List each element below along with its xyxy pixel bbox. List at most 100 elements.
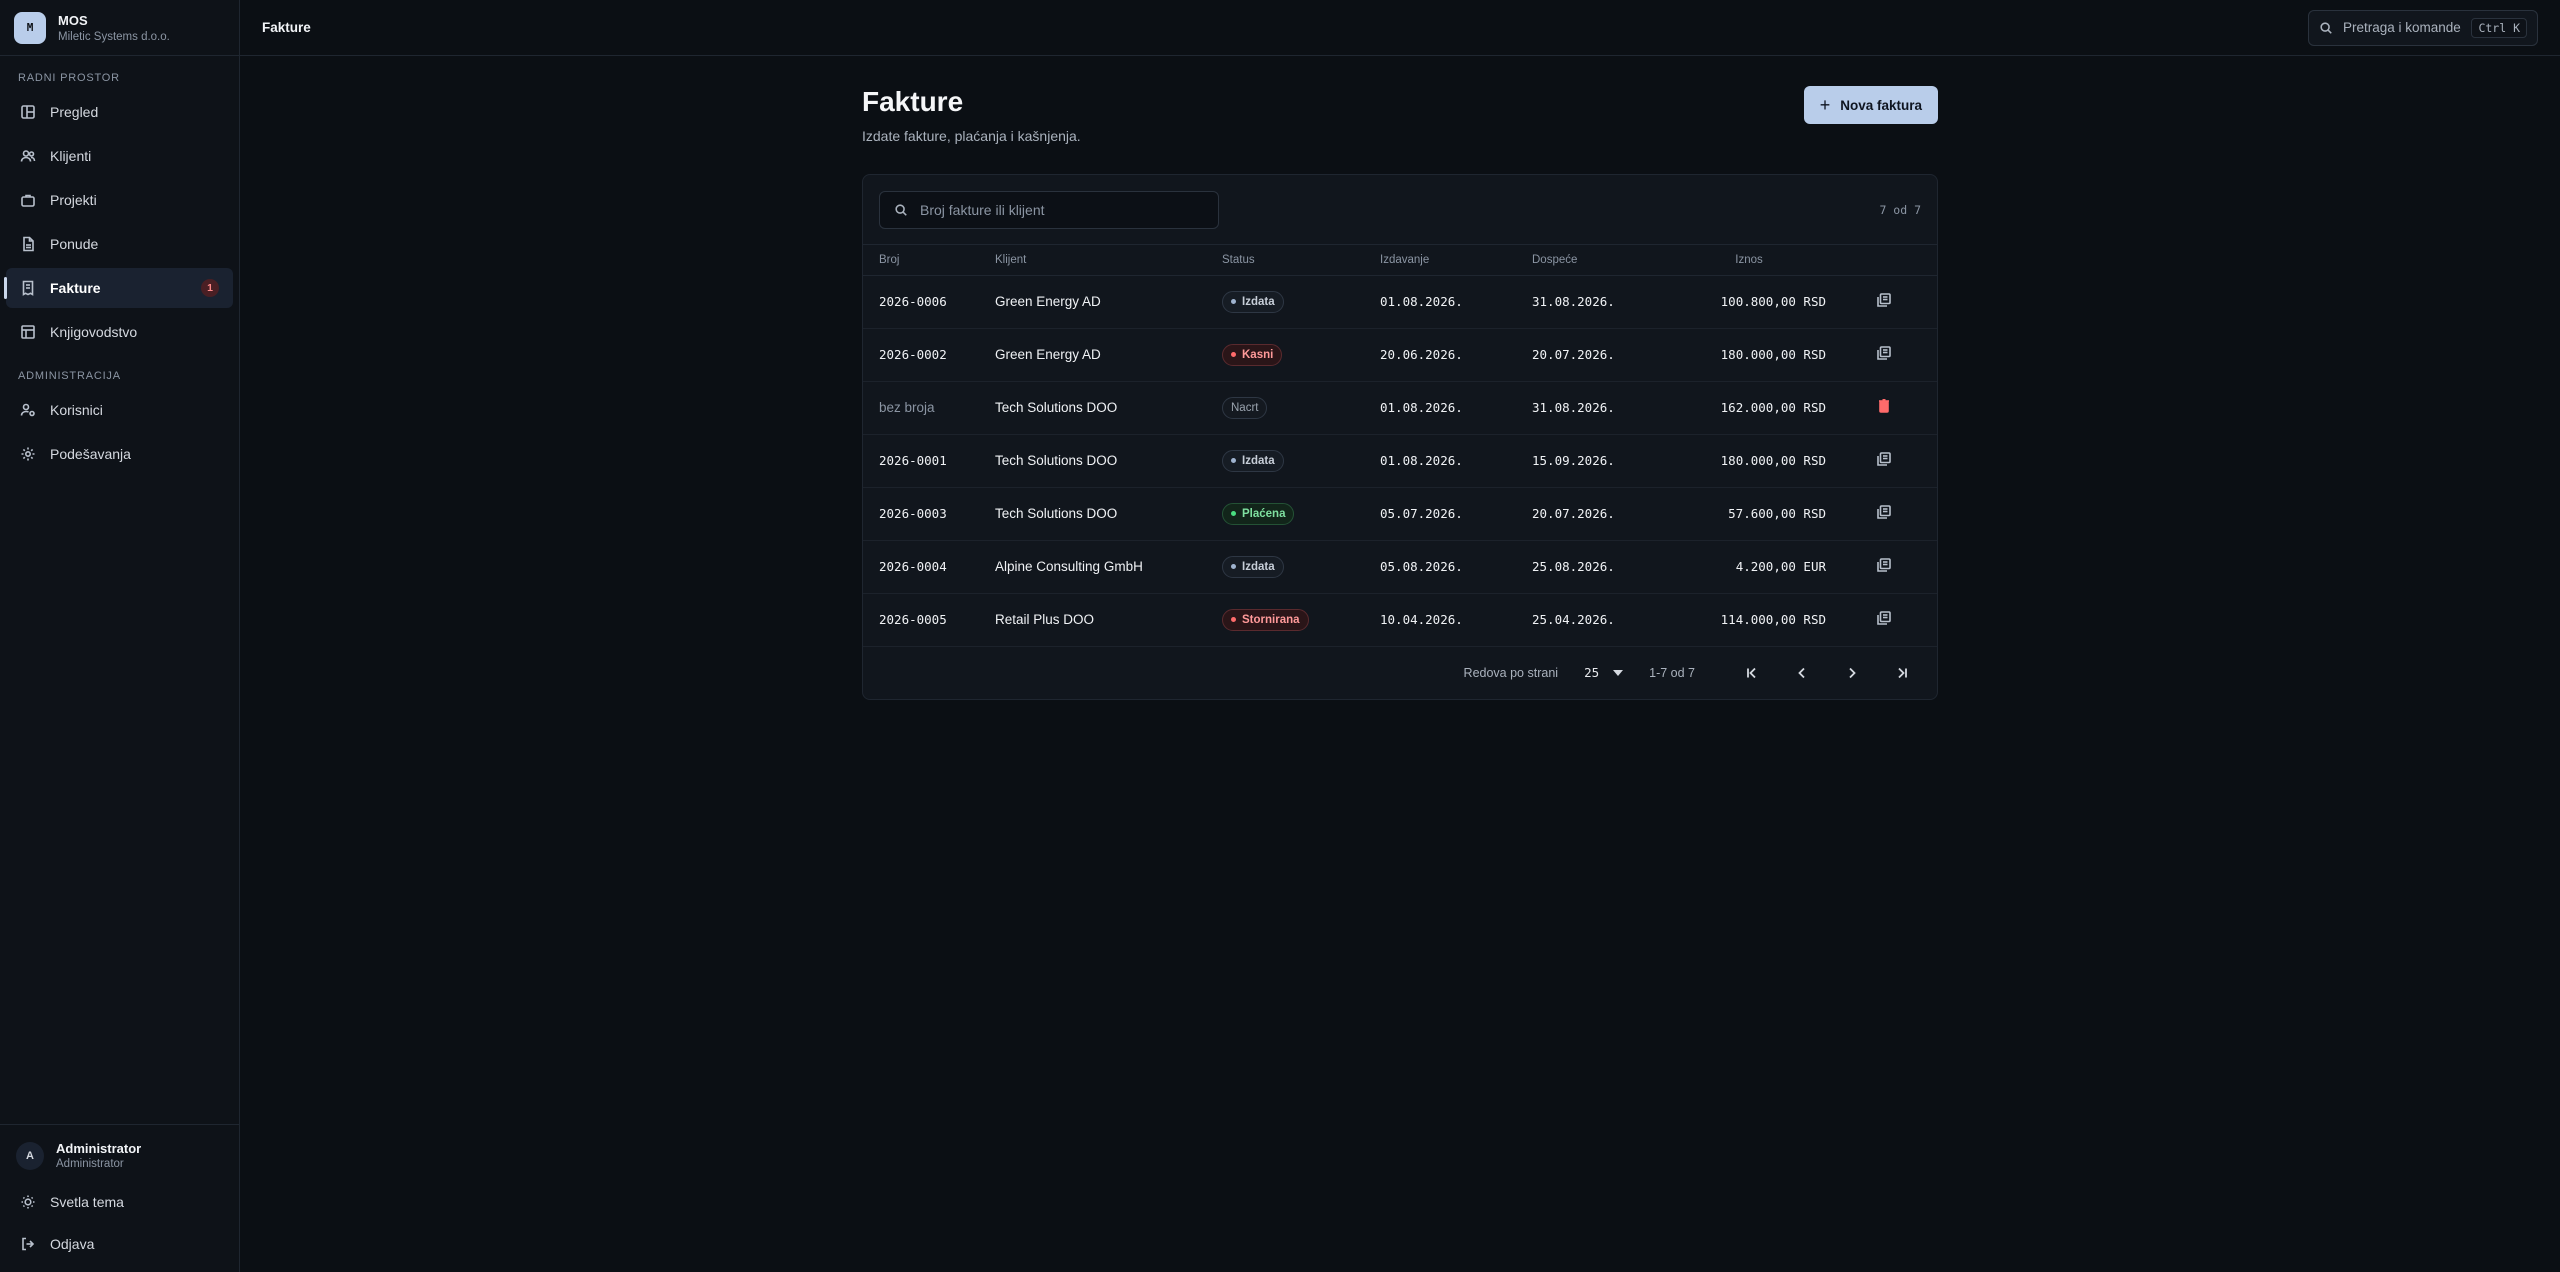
brand[interactable]: M MOS Miletic Systems d.o.o. (0, 0, 239, 56)
invoice-issue-date: 01.08.2026. (1380, 294, 1463, 309)
main-area: Fakture Pretraga i komande Ctrl K Faktur… (240, 0, 2560, 1272)
invoice-amount: 180.000,00 RSD (1720, 347, 1826, 362)
duplicate-button[interactable] (1876, 558, 1892, 576)
sidebar-item-label: Knjigovodstvo (50, 324, 138, 340)
user-profile[interactable]: A Administrator Administrator (0, 1135, 239, 1180)
sidebar-item-ponude[interactable]: Ponude (6, 224, 233, 264)
sidebar-item-fakture[interactable]: Fakture 1 (4, 268, 233, 308)
table-row[interactable]: 2026-0003 Tech Solutions DOO Plaćena 05.07.… (863, 487, 1937, 540)
status-badge: Izdata (1222, 555, 1284, 578)
invoice-amount: 114.000,00 RSD (1720, 612, 1826, 627)
invoice-amount: 180.000,00 RSD (1720, 453, 1826, 468)
table-row[interactable]: 2026-0002 Green Energy AD Kasni 20.06.2026.… (863, 328, 1937, 381)
notification-badge: 1 (201, 279, 219, 297)
table-row[interactable]: 2026-0005 Retail Plus DOO Stornirana 10.04.… (863, 593, 1937, 646)
invoice-number: 2026-0004 (879, 559, 947, 574)
delete-button[interactable] (1876, 398, 1892, 417)
table-header-row: Broj Klijent Status Izdavanje Dospeće Iz… (863, 245, 1937, 276)
section-label-workspace: RADNI PROSTOR (18, 72, 120, 84)
sidebar-item-pregled[interactable]: Pregled (6, 92, 233, 132)
column-header-due[interactable]: Dospeće (1532, 245, 1672, 276)
duplicate-button[interactable] (1876, 452, 1892, 470)
new-invoice-label: Nova faktura (1840, 97, 1922, 113)
trash-icon (1878, 398, 1889, 413)
previous-page-button[interactable] (1785, 658, 1819, 688)
duplicate-button[interactable] (1876, 505, 1892, 523)
status-dot (1231, 617, 1236, 622)
status-dot (1231, 458, 1236, 463)
sidebar-item-klijenti[interactable]: Klijenti (6, 136, 233, 176)
breadcrumb: Fakture (262, 20, 311, 35)
invoice-client: Green Energy AD (995, 347, 1101, 362)
invoice-number: bez broja (879, 400, 935, 415)
copy-icon (1876, 293, 1891, 307)
status-label: Plaćena (1242, 507, 1286, 520)
column-header-amount[interactable]: Iznos (1672, 245, 1830, 276)
duplicate-button[interactable] (1876, 346, 1892, 364)
page-title: Fakture (862, 86, 964, 117)
status-dot (1231, 564, 1236, 569)
new-invoice-button[interactable]: + Nova faktura (1803, 86, 1938, 124)
invoice-due-date: 20.07.2026. (1532, 347, 1615, 362)
column-header-actions (1830, 245, 1937, 276)
rows-per-page-value: 25 (1584, 665, 1600, 680)
table-row[interactable]: 2026-0001 Tech Solutions DOO Izdata 01.08.2… (863, 434, 1937, 487)
user-role: Administrator (56, 1158, 124, 1170)
table-row[interactable]: 2026-0004 Alpine Consulting GmbH Izdata 05.… (863, 540, 1937, 593)
invoice-client: Alpine Consulting GmbH (995, 559, 1143, 574)
invoice-number: 2026-0006 (879, 294, 947, 309)
sidebar-item-podesavanja[interactable]: Podešavanja (6, 434, 233, 474)
command-search-button[interactable]: Pretraga i komande Ctrl K (2308, 9, 2538, 46)
sidebar-item-projekti[interactable]: Projekti (6, 180, 233, 220)
next-page-button[interactable] (1835, 658, 1869, 688)
column-header-status[interactable]: Status (1222, 245, 1380, 276)
keyboard-shortcut: Ctrl K (2471, 17, 2527, 38)
table-toolbar: Broj fakture ili klijent 7 od 7 (863, 175, 1937, 245)
duplicate-button[interactable] (1876, 611, 1892, 629)
invoices-card: Broj fakture ili klijent 7 od 7 Broj Kli… (862, 174, 1938, 700)
invoice-due-date: 31.08.2026. (1532, 294, 1615, 309)
invoice-amount: 57.600,00 RSD (1728, 506, 1826, 521)
last-page-button[interactable] (1885, 658, 1919, 688)
sidebar-item-knjigovodstvo[interactable]: Knjigovodstvo (6, 312, 233, 352)
page-header: Fakture Izdate fakture, plaćanja i kašnj… (862, 86, 1938, 144)
invoice-amount: 4.200,00 EUR (1735, 559, 1826, 574)
sidebar-item-label: Klijenti (50, 148, 92, 164)
invoice-issue-date: 10.04.2026. (1380, 612, 1463, 627)
sidebar: M MOS Miletic Systems d.o.o. RADNI PROST… (0, 0, 240, 1272)
table-row[interactable]: 2026-0006 Green Energy AD Izdata 01.08.2026… (863, 275, 1937, 328)
user-cog-icon (20, 403, 35, 417)
page-range: 1-7 od 7 (1649, 665, 1695, 680)
status-label: Nacrt (1231, 401, 1259, 414)
copy-icon (1876, 611, 1891, 625)
page-subtitle: Izdate fakture, plaćanja i kašnjenja. (862, 128, 1081, 144)
column-header-number[interactable]: Broj (863, 245, 995, 276)
duplicate-button[interactable] (1876, 293, 1892, 311)
invoice-search-input[interactable]: Broj fakture ili klijent (879, 190, 1219, 229)
status-dot (1231, 511, 1236, 516)
first-page-button[interactable] (1735, 658, 1769, 688)
command-search-placeholder: Pretraga i komande (2343, 20, 2461, 35)
invoice-due-date: 20.07.2026. (1532, 506, 1615, 521)
invoice-client: Tech Solutions DOO (995, 453, 1118, 468)
invoice-number: 2026-0001 (879, 453, 947, 468)
invoice-issue-date: 20.06.2026. (1380, 347, 1463, 362)
table-row[interactable]: bez broja Tech Solutions DOO Nacrt 01.08.20… (863, 381, 1937, 434)
column-header-client[interactable]: Klijent (995, 245, 1222, 276)
status-badge: Kasni (1222, 343, 1283, 366)
invoice-number: 2026-0003 (879, 506, 947, 521)
sidebar-item-label: Ponude (50, 236, 99, 252)
rows-per-page-select[interactable]: 25 (1584, 665, 1624, 680)
receipt-icon (22, 280, 34, 296)
sidebar-item-label: Fakture (50, 280, 101, 296)
topbar: Fakture Pretraga i komande Ctrl K (240, 0, 2560, 56)
sidebar-item-korisnici[interactable]: Korisnici (6, 390, 233, 430)
logout-button[interactable]: Odjava (6, 1224, 233, 1264)
status-badge: Izdata (1222, 290, 1284, 313)
theme-toggle-button[interactable]: Svetla tema (6, 1182, 233, 1222)
search-icon (895, 203, 907, 216)
invoice-amount: 100.800,00 RSD (1720, 294, 1826, 309)
sidebar-item-label: Podešavanja (50, 446, 131, 462)
column-header-issued[interactable]: Izdavanje (1380, 245, 1532, 276)
sun-icon (21, 1195, 35, 1209)
